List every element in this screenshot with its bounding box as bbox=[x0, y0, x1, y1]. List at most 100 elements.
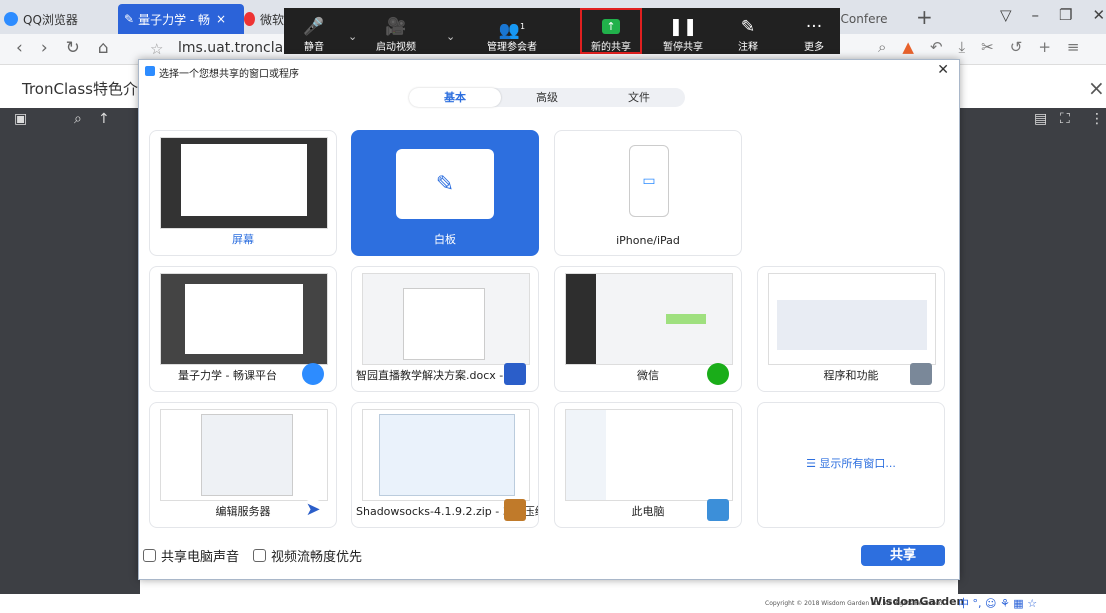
minimize-icon[interactable]: – bbox=[1032, 6, 1040, 24]
tab-basic[interactable]: 基本 bbox=[409, 88, 501, 107]
download-icon[interactable]: ⤓ bbox=[959, 38, 966, 56]
share-card-window[interactable]: 此电脑 bbox=[554, 402, 742, 528]
share-tabs: 基本 高级 文件 bbox=[409, 88, 685, 107]
browser-app-icon bbox=[302, 363, 324, 385]
pause-share-button[interactable]: ❚❚ 暂停共享 bbox=[653, 16, 713, 53]
search-icon[interactable]: ⌕ bbox=[74, 111, 82, 127]
window-thumbnail bbox=[768, 273, 936, 365]
share-card-window[interactable]: 编辑服务器 ➤ bbox=[149, 402, 337, 528]
tab-microsoft[interactable]: 微软 bbox=[244, 4, 284, 34]
dialog-title: 选择一个您想共享的窗口或程序 bbox=[159, 69, 299, 80]
computer-app-icon bbox=[707, 499, 729, 521]
annotate-label: 注释 bbox=[738, 42, 758, 53]
history-icon[interactable]: ↶ bbox=[930, 38, 943, 56]
whiteboard-pen-icon: ✎ bbox=[396, 149, 494, 219]
share-card-iphone[interactable]: ▭ iPhone/iPad bbox=[554, 130, 742, 256]
microsoft-icon bbox=[244, 12, 255, 26]
chevron-down-icon[interactable]: ⌄ bbox=[446, 30, 455, 43]
annotate-button[interactable]: ✎ 注释 bbox=[718, 16, 778, 53]
card-label: iPhone/iPad bbox=[616, 234, 680, 247]
tab-advanced[interactable]: 高级 bbox=[501, 88, 593, 107]
screen-thumbnail bbox=[160, 137, 328, 229]
more-icon: ··· bbox=[805, 17, 823, 37]
share-dialog: 选择一个您想共享的窗口或程序 ✕ 基本 高级 文件 屏幕 ✎ 白板 ▭ iPho… bbox=[138, 59, 960, 580]
tab-label: 量子力学 - 畅 bbox=[138, 12, 211, 27]
wechat-app-icon bbox=[707, 363, 729, 385]
share-card-window[interactable]: 程序和功能 bbox=[757, 266, 945, 392]
share-card-window[interactable]: 智园直播教学解决方案.docx - ... bbox=[351, 266, 539, 392]
fullscreen-icon[interactable]: ⛶ bbox=[1060, 111, 1070, 127]
page-close-icon[interactable]: × bbox=[1088, 76, 1105, 100]
search-icon[interactable]: ⌕ bbox=[878, 38, 886, 56]
tab-qq-browser[interactable]: QQ浏览器 bbox=[4, 4, 114, 34]
zoom-icon bbox=[145, 66, 155, 76]
more-button[interactable]: ··· 更多 bbox=[784, 16, 844, 53]
brand-logo: WisdomGarden bbox=[870, 595, 965, 608]
close-window-icon[interactable]: ✕ bbox=[1093, 6, 1106, 24]
game-icon[interactable]: ▲ bbox=[902, 38, 914, 56]
presentation-icon[interactable]: ▤ bbox=[1034, 111, 1047, 127]
pause-share-label: 暂停共享 bbox=[663, 42, 703, 53]
share-card-screen[interactable]: 屏幕 bbox=[149, 130, 337, 256]
share-card-window[interactable]: Shadowsocks-4.1.9.2.zip - 360压缩 bbox=[351, 402, 539, 528]
maximize-icon[interactable]: ❐ bbox=[1059, 6, 1072, 24]
paper-plane-icon: ➤ bbox=[302, 499, 324, 521]
cut-icon[interactable]: ✂ bbox=[981, 38, 994, 56]
new-share-highlight bbox=[580, 8, 642, 54]
undo-icon[interactable]: ↺ bbox=[1010, 38, 1023, 56]
control-panel-app-icon bbox=[910, 363, 932, 385]
nav-buttons: ‹ › ↻ ⌂ bbox=[16, 38, 109, 58]
participants-label: 管理参会者 bbox=[487, 42, 537, 53]
chevron-down-icon[interactable]: ⌄ bbox=[348, 30, 357, 43]
plus-icon[interactable]: + bbox=[1038, 38, 1051, 56]
card-label: 屏幕 bbox=[232, 233, 254, 246]
iphone-icon: ▭ bbox=[629, 145, 669, 217]
qq-browser-icon bbox=[4, 12, 18, 26]
close-icon[interactable]: ✕ bbox=[937, 62, 949, 78]
pause-icon: ❚❚ bbox=[668, 17, 698, 37]
tab-label: 微软 bbox=[259, 12, 284, 27]
ime-tray: 中 °, ☺ ⚘ ▦ ☆ bbox=[958, 597, 1038, 610]
share-card-whiteboard[interactable]: ✎ 白板 bbox=[351, 130, 539, 256]
more-icon[interactable]: ⋮ bbox=[1090, 111, 1104, 127]
close-icon[interactable]: × bbox=[216, 12, 226, 26]
tab-files[interactable]: 文件 bbox=[593, 88, 685, 107]
tab-label: QQ浏览器 bbox=[23, 12, 78, 27]
participants-icon: 👥1 bbox=[498, 20, 526, 41]
window-thumbnail bbox=[565, 273, 733, 365]
refresh-icon[interactable]: ↻ bbox=[66, 38, 80, 58]
mute-button[interactable]: 🎤 静音 bbox=[284, 16, 344, 53]
show-all-windows-link[interactable]: ☰ 显示所有窗口... bbox=[758, 455, 944, 471]
forward-icon[interactable]: › bbox=[41, 38, 48, 58]
share-card-show-all[interactable]: ☰ 显示所有窗口... bbox=[757, 402, 945, 528]
share-card-window[interactable]: 量子力学 - 畅课平台 bbox=[149, 266, 337, 392]
up-icon[interactable]: ↑ bbox=[98, 111, 110, 127]
browser-tools: ⌕ ▲ ↶ ⤓ ✂ ↺ + ≡ bbox=[878, 38, 1079, 56]
more-label: 更多 bbox=[804, 42, 824, 53]
participants-button[interactable]: 👥1 管理参会者 bbox=[480, 16, 544, 53]
meeting-toolbar: 🎤 静音 ⌄ 🎥 启动视频 ⌄ 👥1 管理参会者 ↑ 新的共享 ❚❚ 暂停共享 ✎ 注释 ·… bbox=[284, 8, 840, 54]
back-icon[interactable]: ‹ bbox=[16, 38, 23, 58]
window-thumbnail bbox=[160, 273, 328, 365]
window-controls: ▽ – ❐ ✕ bbox=[1000, 6, 1105, 24]
sidebar-toggle-icon[interactable]: ▣ bbox=[14, 111, 27, 127]
viewer-right-panel bbox=[958, 134, 1106, 594]
restore-icon[interactable]: ▽ bbox=[1000, 6, 1012, 24]
home-icon[interactable]: ⌂ bbox=[98, 38, 109, 58]
pen-icon: ✎ bbox=[124, 12, 135, 26]
menu-icon[interactable]: ≡ bbox=[1067, 38, 1080, 56]
viewer-left-panel bbox=[0, 134, 140, 594]
archive-app-icon bbox=[504, 499, 526, 521]
microphone-icon: 🎤 bbox=[303, 17, 325, 37]
window-thumbnail bbox=[362, 409, 530, 501]
video-optimize-checkbox[interactable]: 视频流畅度优先 bbox=[253, 546, 362, 565]
card-label: 白板 bbox=[434, 233, 456, 246]
share-audio-checkbox[interactable]: 共享电脑声音 bbox=[143, 546, 239, 565]
share-card-window[interactable]: 微信 bbox=[554, 266, 742, 392]
share-button[interactable]: 共享 bbox=[861, 545, 945, 566]
bookmark-star-icon[interactable]: ☆ bbox=[150, 40, 163, 58]
tab-quantum[interactable]: ✎ 量子力学 - 畅 × bbox=[118, 4, 244, 34]
new-tab-button[interactable]: + bbox=[916, 5, 933, 29]
page-title: TronClass特色介 bbox=[22, 80, 138, 98]
start-video-button[interactable]: 🎥 启动视频 bbox=[366, 16, 426, 53]
